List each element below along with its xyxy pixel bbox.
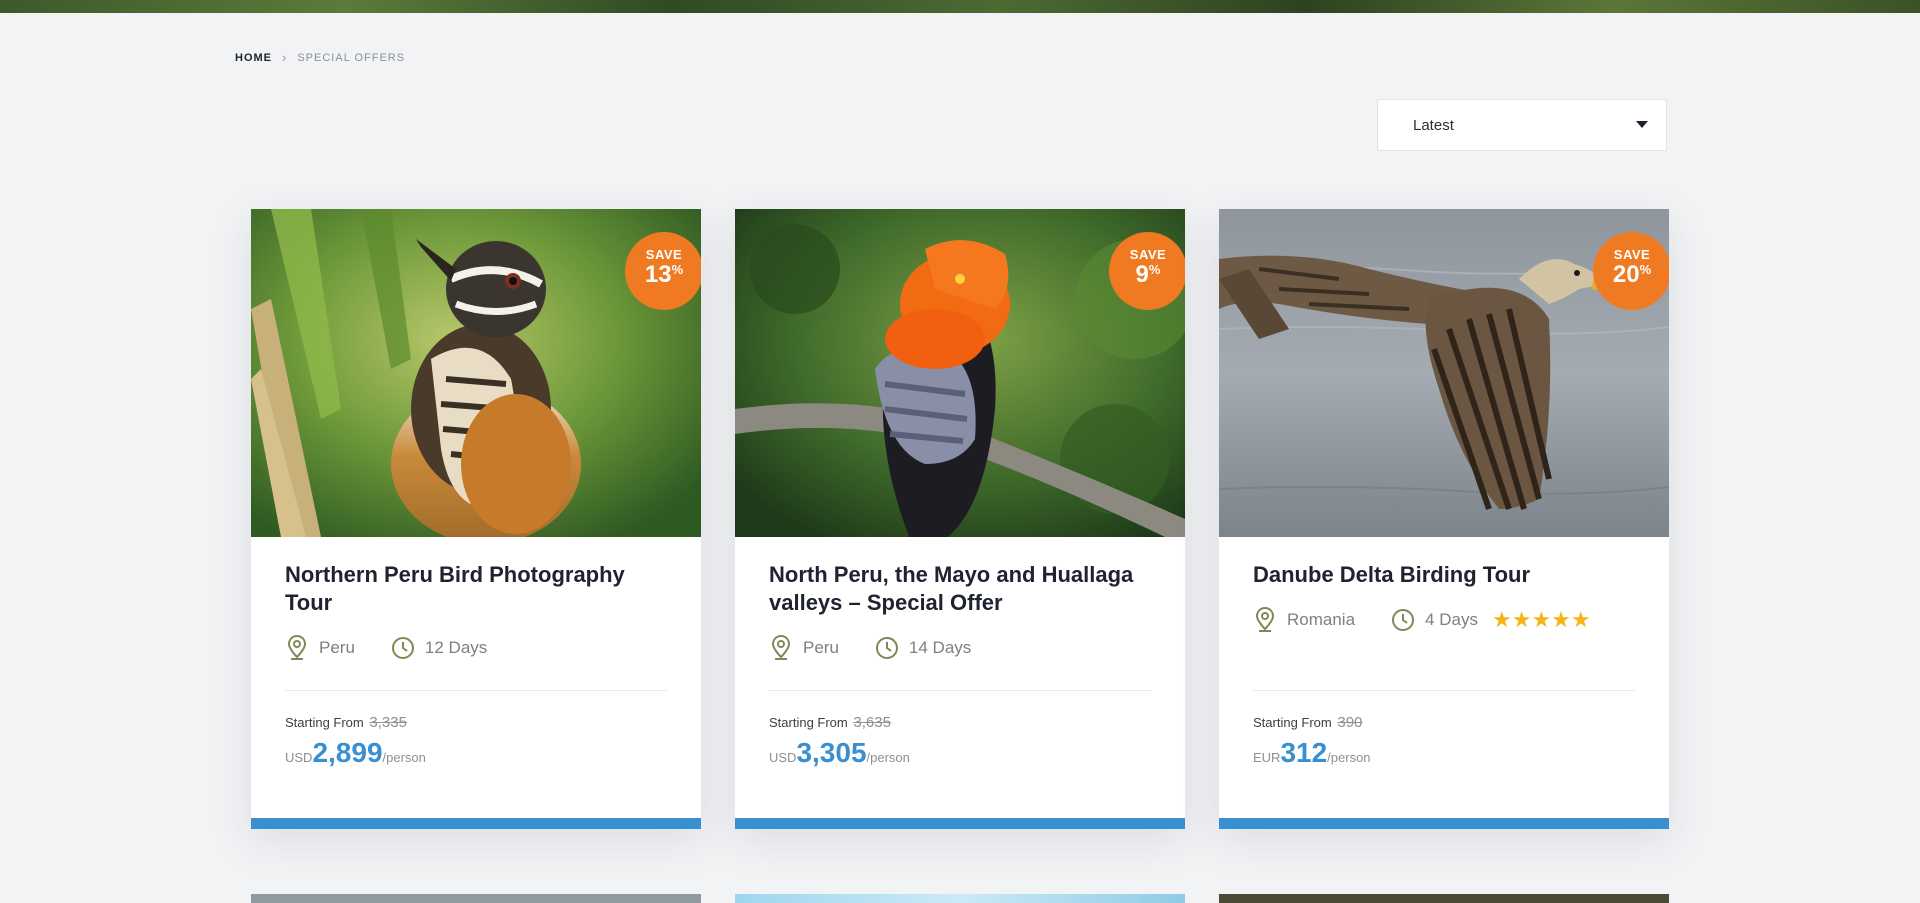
rating-stars: ★ ★ ★ ★ ★ bbox=[1492, 609, 1591, 631]
price-per: /person bbox=[1327, 750, 1371, 765]
tour-duration: 4 Days bbox=[1425, 610, 1478, 629]
offer-card-next[interactable] bbox=[735, 894, 1185, 903]
save-label: SAVE bbox=[1613, 247, 1651, 262]
starting-from-label: Starting From bbox=[769, 715, 848, 730]
save-label: SAVE bbox=[645, 247, 683, 262]
sort-dropdown[interactable]: Latest bbox=[1377, 99, 1667, 151]
save-percent: 13 bbox=[644, 261, 672, 288]
chevron-right-icon: › bbox=[282, 50, 288, 65]
breadcrumb: HOME › SPECIAL OFFERS bbox=[235, 50, 405, 65]
tour-location: Romania bbox=[1287, 610, 1356, 629]
price-currency: USD bbox=[285, 750, 313, 765]
card-accent-bar bbox=[1219, 818, 1669, 829]
tour-title[interactable]: North Peru, the Mayo and Huallaga valley… bbox=[769, 561, 1151, 617]
save-label: SAVE bbox=[1129, 247, 1167, 262]
save-percent-sign: % bbox=[1148, 262, 1161, 277]
offer-card[interactable]: SAVE 13% Northern Peru Bird Photography … bbox=[251, 209, 701, 829]
old-price: 3,635 bbox=[853, 714, 891, 731]
divider bbox=[769, 690, 1151, 691]
clock-icon bbox=[391, 635, 415, 661]
price-amount: 312 bbox=[1280, 737, 1328, 768]
save-percent: 9 bbox=[1135, 261, 1149, 288]
tour-location: Peru bbox=[803, 638, 839, 657]
sort-selected-value: Latest bbox=[1413, 116, 1454, 134]
tour-photo[interactable]: SAVE 20% bbox=[1219, 209, 1669, 537]
tour-duration: 14 Days bbox=[908, 638, 972, 657]
price-amount: 2,899 bbox=[312, 737, 383, 768]
tour-location: Peru bbox=[319, 638, 355, 657]
starting-from-label: Starting From bbox=[285, 715, 364, 730]
tour-meta: Romania 4 Days ★ ★ ★ ★ ★ bbox=[1253, 605, 1635, 635]
star-icon: ★ bbox=[1511, 607, 1532, 632]
tour-photo[interactable]: SAVE 13% bbox=[251, 209, 701, 537]
offer-card[interactable]: SAVE 20% Danube Delta Birding Tour Roman… bbox=[1219, 209, 1669, 829]
breadcrumb-home-link[interactable]: HOME bbox=[235, 52, 272, 64]
price-per: /person bbox=[866, 750, 910, 765]
star-icon: ★ bbox=[1551, 607, 1571, 632]
price-block: Starting From 3,335 USD 2,899 /person bbox=[285, 714, 426, 769]
card-accent-bar bbox=[735, 818, 1185, 829]
star-icon: ★ bbox=[1531, 607, 1552, 632]
offer-card-next[interactable] bbox=[251, 894, 701, 903]
old-price: 3,335 bbox=[369, 714, 407, 731]
clock-icon bbox=[1391, 607, 1415, 633]
map-pin-icon bbox=[285, 635, 309, 661]
card-accent-bar bbox=[251, 818, 701, 829]
caret-down-icon bbox=[1636, 121, 1648, 128]
tour-meta: Peru 12 Days bbox=[285, 633, 667, 663]
tour-photo[interactable]: SAVE 9% bbox=[735, 209, 1185, 537]
tour-title[interactable]: Danube Delta Birding Tour bbox=[1253, 561, 1635, 589]
tour-title[interactable]: Northern Peru Bird Photography Tour bbox=[285, 561, 667, 617]
star-icon: ★ bbox=[1570, 607, 1591, 632]
breadcrumb-current: SPECIAL OFFERS bbox=[297, 51, 406, 64]
offer-card-next[interactable] bbox=[1219, 894, 1669, 903]
save-badge: SAVE 13% bbox=[625, 232, 701, 310]
price-block: Starting From 390 EUR 312 /person bbox=[1253, 714, 1371, 769]
price-currency: EUR bbox=[1253, 750, 1281, 765]
tour-duration: 12 Days bbox=[424, 638, 488, 657]
save-percent-sign: % bbox=[1639, 262, 1652, 277]
divider bbox=[285, 690, 667, 691]
price-amount: 3,305 bbox=[796, 737, 867, 768]
price-per: /person bbox=[382, 750, 426, 765]
starting-from-label: Starting From bbox=[1253, 715, 1332, 730]
save-badge: SAVE 20% bbox=[1593, 232, 1669, 310]
save-percent: 20 bbox=[1612, 261, 1640, 288]
map-pin-icon bbox=[1253, 607, 1277, 633]
divider bbox=[1253, 690, 1635, 691]
price-currency: USD bbox=[769, 750, 797, 765]
clock-icon bbox=[875, 635, 899, 661]
save-badge: SAVE 9% bbox=[1109, 232, 1185, 310]
star-icon: ★ bbox=[1491, 607, 1512, 632]
offer-card[interactable]: SAVE 9% North Peru, the Mayo and Huallag… bbox=[735, 209, 1185, 829]
map-pin-icon bbox=[769, 635, 793, 661]
tour-meta: Peru 14 Days bbox=[769, 633, 1151, 663]
price-block: Starting From 3,635 USD 3,305 /person bbox=[769, 714, 910, 769]
old-price: 390 bbox=[1337, 714, 1363, 731]
save-percent-sign: % bbox=[671, 262, 684, 277]
hero-image-strip bbox=[0, 0, 1920, 13]
